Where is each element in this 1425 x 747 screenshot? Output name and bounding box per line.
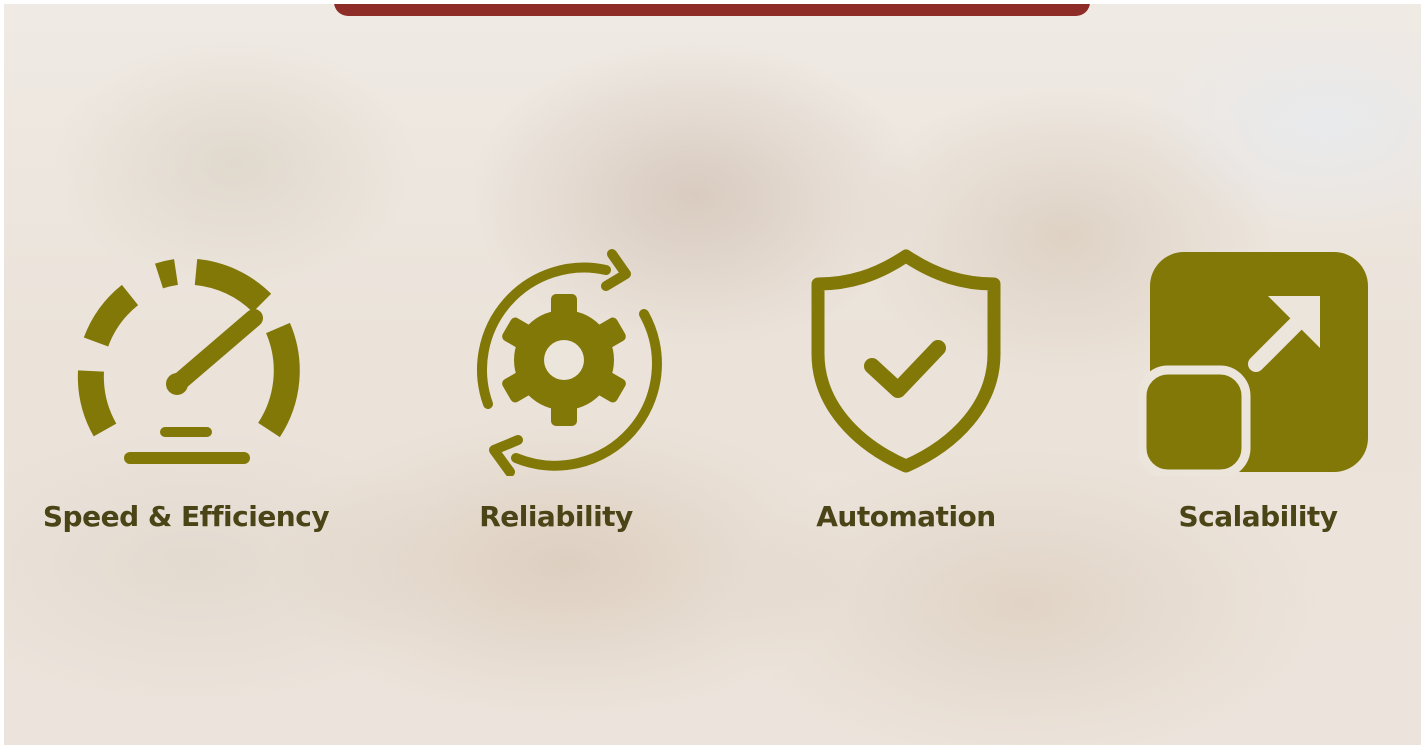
feature-label: Automation bbox=[816, 500, 996, 533]
feature-label: Speed & Efficiency bbox=[42, 500, 330, 533]
feature-label: Scalability bbox=[1178, 500, 1338, 533]
feature-speed-efficiency: Speed & Efficiency bbox=[36, 244, 336, 533]
expand-arrow-icon bbox=[1138, 244, 1378, 476]
shield-check-icon bbox=[786, 244, 1026, 476]
features-row: Speed & Efficiency Reliability Automatio… bbox=[4, 4, 1421, 745]
gear-refresh-icon bbox=[436, 244, 676, 476]
feature-label: Reliability bbox=[479, 500, 633, 533]
feature-scalability: Scalability bbox=[1108, 244, 1408, 533]
feature-reliability: Reliability bbox=[406, 244, 706, 533]
slide: Speed & Efficiency Reliability Automatio… bbox=[4, 4, 1421, 745]
feature-automation: Automation bbox=[756, 244, 1056, 533]
speedometer-icon bbox=[66, 244, 306, 476]
